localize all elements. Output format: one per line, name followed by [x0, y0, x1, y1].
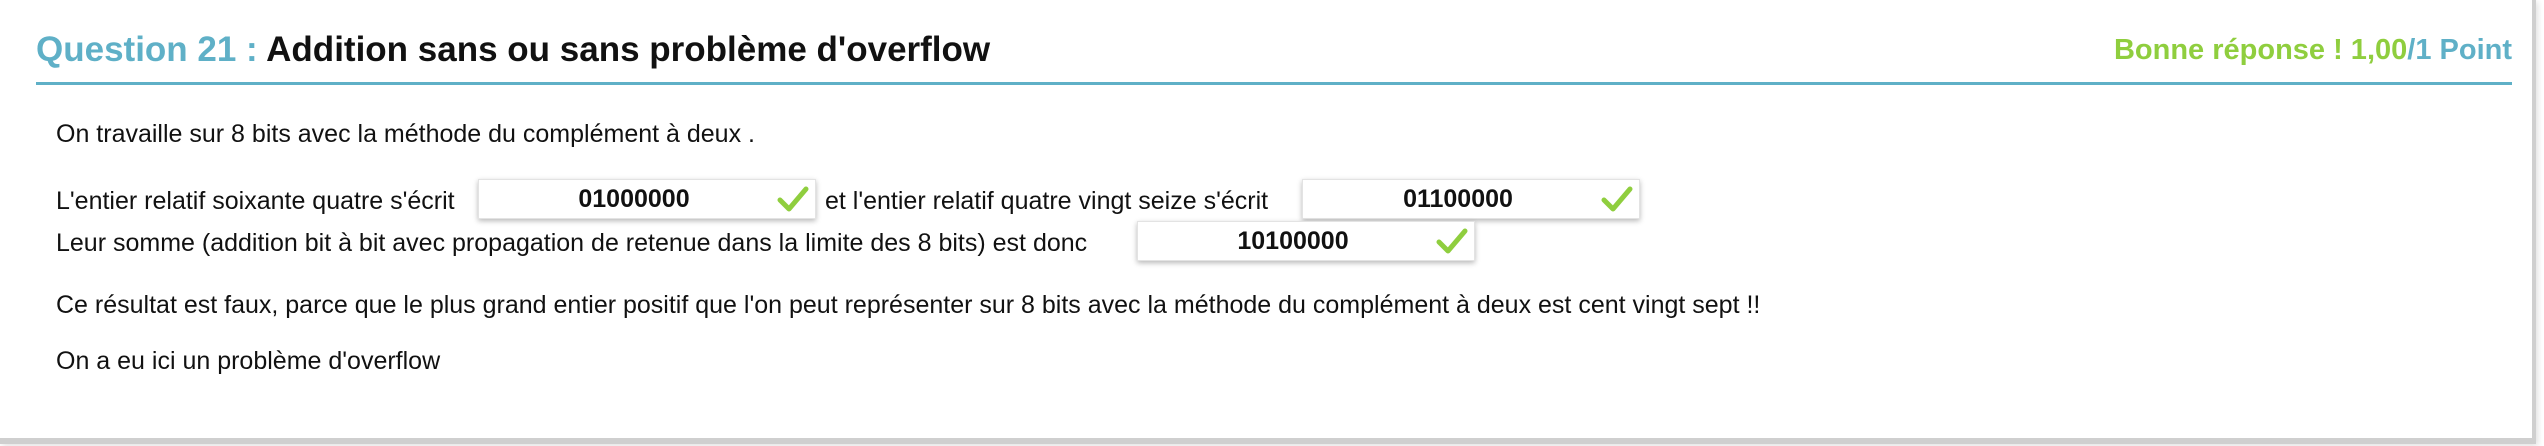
intro-text: On travaille sur 8 bits avec la méthode … — [56, 120, 755, 148]
score-total: /1 Point — [2407, 34, 2512, 66]
answer-value-3: 10100000 — [1237, 226, 1349, 255]
question-title: Question 21 : Addition sans ou sans prob… — [36, 30, 990, 70]
question-number: Question 21 : — [36, 30, 258, 69]
checkmark-icon — [777, 186, 809, 212]
conclusion-text: Ce résultat est faux, parce que le plus … — [56, 291, 1761, 319]
question-name: Addition sans ou sans problème d'overflo… — [266, 30, 991, 69]
answer-field-2[interactable]: 01100000 — [1302, 179, 1640, 219]
checkmark-icon — [1436, 228, 1468, 254]
checkmark-icon — [1601, 186, 1633, 212]
score-badge: Bonne réponse ! 1,00/1 Point — [2114, 34, 2512, 67]
line2-label: Leur somme (addition bit à bit avec prop… — [56, 229, 1088, 257]
answer-value-2: 01100000 — [1403, 184, 1513, 213]
score-text: Bonne réponse ! 1,00 — [2113, 34, 2408, 66]
answer-field-3[interactable]: 10100000 — [1137, 221, 1475, 261]
line1-label-a: L'entier relatif soixante quatre s'écrit — [56, 187, 455, 215]
answer-value-1: 01000000 — [578, 184, 690, 213]
answer-field-1[interactable]: 01000000 — [478, 179, 816, 219]
question-header: Question 21 : Addition sans ou sans prob… — [36, 28, 2512, 85]
line1-label-b: et l'entier relatif quatre vingt seize s… — [825, 187, 1269, 215]
final-text: On a eu ici un problème d'overflow — [56, 347, 441, 375]
question-panel: Question 21 : Addition sans ou sans prob… — [0, 0, 2536, 444]
